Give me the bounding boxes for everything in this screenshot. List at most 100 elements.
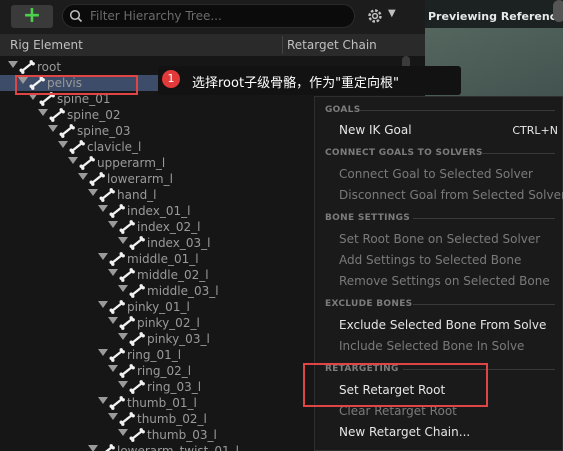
expand-arrow-icon[interactable] bbox=[108, 365, 118, 372]
tree-row-label: pinky_01_l bbox=[127, 300, 190, 314]
menu-item-new-ik-goal[interactable]: New IK Goal bbox=[339, 123, 412, 137]
section-divider bbox=[413, 304, 555, 305]
bone-icon bbox=[119, 412, 135, 426]
bone-icon bbox=[99, 188, 115, 202]
tree-row-label: thumb_01_l bbox=[127, 396, 197, 410]
expand-arrow-icon[interactable] bbox=[58, 141, 68, 148]
gear-icon bbox=[368, 9, 382, 23]
expand-arrow-icon[interactable] bbox=[118, 429, 128, 436]
bone-icon bbox=[109, 204, 125, 218]
tree-row-label: pinky_03_l bbox=[147, 332, 210, 346]
menu-item-disconnect-goal[interactable]: Disconnect Goal from Selected Solver bbox=[339, 188, 563, 202]
section-divider bbox=[481, 153, 555, 154]
section-goals: GOALS bbox=[325, 105, 361, 115]
expand-arrow-icon[interactable] bbox=[98, 397, 108, 404]
expand-arrow-icon[interactable] bbox=[118, 285, 128, 292]
search-placeholder: Filter Hierarchy Tree... bbox=[90, 9, 222, 23]
expand-arrow-icon[interactable] bbox=[88, 189, 98, 196]
tree-row-label: index_02_l bbox=[137, 220, 201, 234]
column-divider[interactable] bbox=[282, 36, 283, 54]
tree-row-label: middle_01_l bbox=[127, 252, 199, 266]
tree-row-label: lowerarm_twist_01_l bbox=[117, 444, 239, 451]
bone-icon bbox=[129, 236, 145, 250]
tree-row-label: index_03_l bbox=[147, 236, 211, 250]
expand-arrow-icon[interactable] bbox=[108, 317, 118, 324]
bone-icon bbox=[119, 220, 135, 234]
expand-arrow-icon[interactable] bbox=[88, 445, 98, 451]
tree-row-label: middle_03_l bbox=[147, 284, 219, 298]
expand-arrow-icon[interactable] bbox=[38, 109, 48, 116]
section-divider bbox=[360, 110, 555, 111]
search-input[interactable]: Filter Hierarchy Tree... bbox=[62, 4, 355, 28]
bone-icon bbox=[49, 108, 65, 122]
expand-arrow-icon[interactable] bbox=[8, 61, 18, 68]
expand-arrow-icon[interactable] bbox=[68, 157, 78, 164]
shortcut-label: CTRL+N bbox=[512, 124, 558, 137]
set-retarget-root-highlight-box bbox=[303, 363, 488, 407]
menu-item-set-root-bone[interactable]: Set Root Bone on Selected Solver bbox=[339, 232, 540, 246]
tree-row-label: pinky_02_l bbox=[137, 316, 200, 330]
expand-arrow-icon[interactable] bbox=[98, 301, 108, 308]
chevron-down-icon: ▼ bbox=[388, 8, 396, 19]
menu-item-connect-goal[interactable]: Connect Goal to Selected Solver bbox=[339, 167, 533, 181]
tree-row-label: ring_03_l bbox=[147, 380, 202, 394]
section-divider bbox=[413, 218, 555, 219]
tree-row-label: middle_02_l bbox=[137, 268, 209, 282]
tree-row-label: thumb_03_l bbox=[147, 428, 217, 442]
expand-arrow-icon[interactable] bbox=[98, 253, 108, 260]
tree-row-label: spine_03 bbox=[77, 124, 131, 138]
bone-icon bbox=[119, 364, 135, 378]
tree-row-label: clavicle_l bbox=[87, 140, 142, 154]
tree-row-label: lowerarm_l bbox=[107, 172, 173, 186]
bone-icon bbox=[109, 348, 125, 362]
column-retarget-chain[interactable]: Retarget Chain bbox=[287, 38, 377, 52]
expand-arrow-icon[interactable] bbox=[98, 205, 108, 212]
expand-arrow-icon[interactable] bbox=[108, 413, 118, 420]
expand-arrow-icon[interactable] bbox=[108, 269, 118, 276]
bone-icon bbox=[109, 396, 125, 410]
bone-icon bbox=[129, 284, 145, 298]
menu-item-remove-settings[interactable]: Remove Settings on Selected Bone bbox=[339, 274, 550, 288]
step-number-badge: 1 bbox=[162, 70, 180, 88]
bone-icon bbox=[109, 300, 125, 314]
tree-row-label: hand_l bbox=[117, 188, 157, 202]
preview-scroll-handle[interactable] bbox=[553, 0, 563, 22]
menu-item-new-retarget-chain[interactable]: New Retarget Chain... bbox=[339, 425, 470, 439]
hierarchy-toolbar: + Filter Hierarchy Tree... ▼ bbox=[0, 0, 425, 34]
expand-arrow-icon[interactable] bbox=[48, 125, 58, 132]
menu-item-add-settings[interactable]: Add Settings to Selected Bone bbox=[339, 253, 521, 267]
add-button[interactable]: + bbox=[11, 5, 53, 28]
bone-icon bbox=[19, 60, 35, 74]
annotation-callout: 1 选择root子级骨骼，作为"重定向根" bbox=[158, 66, 461, 95]
expand-arrow-icon[interactable] bbox=[118, 333, 128, 340]
bone-icon bbox=[89, 172, 105, 186]
tree-header: Rig Element Retarget Chain bbox=[0, 34, 425, 57]
section-connect-goals: CONNECT GOALS TO SOLVERS bbox=[325, 148, 483, 158]
tree-row-label: upperarm_l bbox=[97, 156, 166, 170]
bone-icon bbox=[59, 124, 75, 138]
bone-icon bbox=[119, 268, 135, 282]
menu-item-include-bone[interactable]: Include Selected Bone In Solve bbox=[339, 339, 524, 353]
tree-row-label: spine_02 bbox=[67, 108, 121, 122]
column-rig-element[interactable]: Rig Element bbox=[10, 38, 83, 52]
preview-label: Previewing Reference R bbox=[428, 10, 563, 23]
section-bone-settings: BONE SETTINGS bbox=[325, 213, 411, 223]
bone-icon bbox=[79, 156, 95, 170]
settings-button[interactable]: ▼ bbox=[366, 6, 406, 28]
bone-icon bbox=[129, 380, 145, 394]
bone-icon bbox=[105, 444, 115, 451]
tree-row-label: thumb_02_l bbox=[137, 412, 207, 426]
section-exclude-bones: EXCLUDE BONES bbox=[325, 299, 413, 309]
tree-row-label: root bbox=[37, 60, 62, 74]
expand-arrow-icon[interactable] bbox=[78, 173, 88, 180]
bone-icon bbox=[109, 252, 125, 266]
pelvis-highlight-box bbox=[15, 75, 138, 95]
expand-arrow-icon[interactable] bbox=[118, 237, 128, 244]
menu-item-exclude-bone[interactable]: Exclude Selected Bone From Solve bbox=[339, 318, 546, 332]
tree-row-label: index_01_l bbox=[127, 204, 191, 218]
expand-arrow-icon[interactable] bbox=[118, 381, 128, 388]
expand-arrow-icon[interactable] bbox=[98, 349, 108, 356]
annotation-text: 选择root子级骨骼，作为"重定向根" bbox=[192, 76, 400, 91]
bone-icon bbox=[129, 332, 145, 346]
expand-arrow-icon[interactable] bbox=[108, 221, 118, 228]
